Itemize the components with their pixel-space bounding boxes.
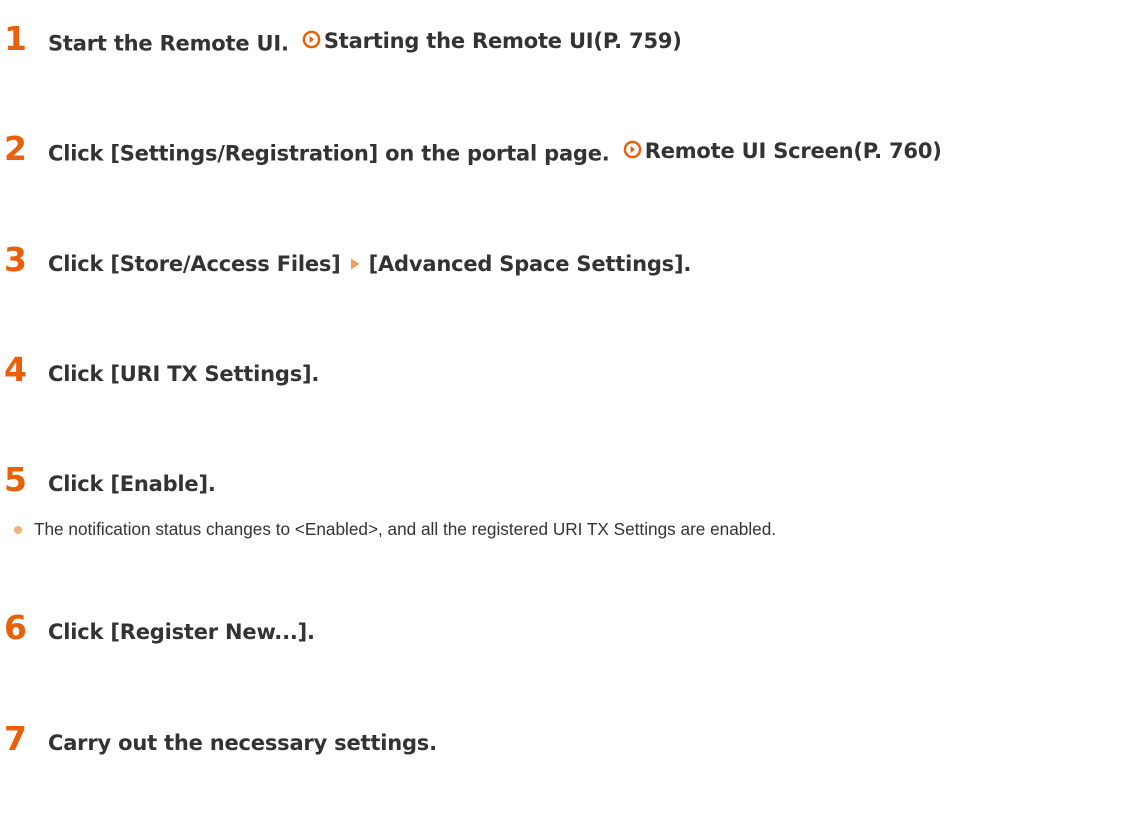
step-number: 2 — [4, 129, 27, 168]
link-text[interactable]: Starting the Remote UI(P. 759) — [324, 29, 682, 53]
step-instruction-text-2: [Advanced Space Settings]. — [368, 252, 692, 276]
step-5-note: The notification status changes to <Enab… — [0, 519, 776, 540]
link-text[interactable]: Remote UI Screen(P. 760) — [645, 139, 942, 163]
step-instruction: Start the Remote UI. Starting the Remote… — [48, 29, 682, 56]
step-instruction: Click [Enable]. — [48, 472, 216, 496]
step-7: 7 Carry out the necessary settings. — [0, 722, 437, 755]
step-number: 4 — [4, 350, 27, 389]
step-6: 6 Click [Register New...]. — [0, 611, 315, 644]
step-2: 2 Click [Settings/Registration] on the p… — [0, 132, 942, 165]
step-instruction-text: Click [Store/Access Files] — [48, 252, 341, 276]
circle-arrow-right-icon — [623, 140, 642, 159]
step-instruction: Click [Store/Access Files] [Advanced Spac… — [48, 252, 691, 276]
step-instruction: Carry out the necessary settings. — [48, 731, 437, 755]
bullet-dot-icon — [14, 525, 22, 534]
step-3: 3 Click [Store/Access Files] [Advanced Sp… — [0, 243, 691, 276]
step-instruction: Click [Settings/Registration] on the por… — [48, 139, 942, 166]
step-number: 5 — [4, 460, 27, 499]
step-instruction: Click [Register New...]. — [48, 620, 315, 644]
circle-arrow-right-icon — [302, 30, 321, 49]
step-number: 6 — [4, 608, 27, 647]
starting-remote-ui-link[interactable]: Starting the Remote UI(P. 759) — [302, 29, 682, 53]
step-instruction-text: Click [Settings/Registration] on the por… — [48, 141, 610, 165]
step-number: 3 — [4, 240, 27, 279]
step-number: 1 — [4, 19, 27, 58]
step-instruction: Click [URI TX Settings]. — [48, 362, 320, 386]
triangle-right-icon — [350, 258, 360, 270]
remote-ui-screen-link[interactable]: Remote UI Screen(P. 760) — [623, 139, 942, 163]
step-number: 7 — [4, 719, 27, 758]
step-1: 1 Start the Remote UI. Starting the Remo… — [0, 22, 682, 55]
step-5: 5 Click [Enable]. — [0, 463, 216, 496]
note-text: The notification status changes to <Enab… — [34, 519, 777, 539]
step-instruction-text: Start the Remote UI. — [48, 31, 289, 55]
step-4: 4 Click [URI TX Settings]. — [0, 353, 319, 386]
